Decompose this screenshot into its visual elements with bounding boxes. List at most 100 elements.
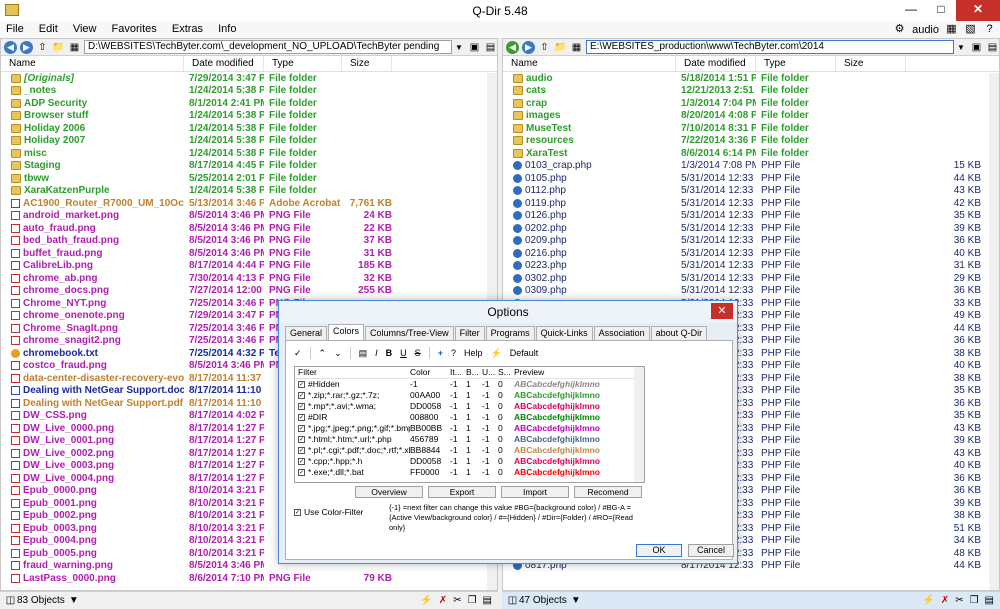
- table-row[interactable]: 0209.php 5/31/2014 12:33 ... PHP File 36 KB: [503, 235, 999, 248]
- view-mode-icon[interactable]: ▣: [468, 41, 481, 54]
- forward-icon[interactable]: ▶: [20, 40, 33, 54]
- table-row[interactable]: 0223.php 5/31/2014 12:33 ... PHP File 31 KB: [503, 260, 999, 273]
- filter-row[interactable]: ✓ #Hidden -1 -1 1 -1 0 ABCabcdefghijklmno: [295, 379, 644, 390]
- filter-row[interactable]: ✓ *.html;*.htm;*.url;*.php 456789 -1 1 -1 0 ABC…: [295, 434, 644, 445]
- status-dropdown-icon[interactable]: ▼: [571, 595, 581, 606]
- table-row[interactable]: _notes 1/24/2014 5:38 P... File folder: [1, 85, 497, 98]
- add-icon[interactable]: +: [438, 348, 443, 358]
- up-icon[interactable]: ⇧: [538, 41, 551, 54]
- right-path-input[interactable]: E:\WEBSITES_production\www\TechByter.com…: [586, 40, 954, 54]
- move-up-icon[interactable]: ⌃: [319, 348, 327, 359]
- table-row[interactable]: MuseTest 7/10/2014 8:31 P... File folder: [503, 122, 999, 135]
- filter-checkbox[interactable]: ✓: [298, 392, 305, 400]
- view-mode-icon[interactable]: ▣: [970, 41, 983, 54]
- menu-extras[interactable]: Extras: [166, 21, 209, 35]
- col-italic[interactable]: It...: [450, 367, 466, 378]
- table-row[interactable]: auto_fraud.png 8/5/2014 3:46 PM PNG File 22…: [1, 222, 497, 235]
- header-name[interactable]: Name: [503, 56, 676, 71]
- italic-icon[interactable]: I: [375, 348, 378, 358]
- folder-icon[interactable]: 📁: [554, 41, 567, 54]
- network-icon[interactable]: ▤: [484, 41, 497, 54]
- table-row[interactable]: 0309.php 5/31/2014 12:33 ... PHP File 36 KB: [503, 285, 999, 298]
- help-icon[interactable]: ?: [983, 23, 996, 36]
- filter-row[interactable]: ✓ *.cpp;*.hpp;*.h DD0058 -1 1 -1 0 ABCabcdefghi…: [295, 456, 644, 467]
- copy-icon[interactable]: ❐: [468, 595, 477, 606]
- table-row[interactable]: ADP Security 8/1/2014 2:41 PM File folder: [1, 97, 497, 110]
- underline-icon[interactable]: U: [400, 348, 407, 358]
- paste-icon[interactable]: ▤: [483, 595, 492, 606]
- table-row[interactable]: XaraTest 8/6/2014 6:14 PM File folder: [503, 147, 999, 160]
- table-row[interactable]: tbww 5/25/2014 2:01 P... File folder: [1, 172, 497, 185]
- help-icon[interactable]: ?: [451, 348, 456, 358]
- table-row[interactable]: buffet_fraud.png 8/5/2014 3:46 PM PNG File…: [1, 247, 497, 260]
- header-size[interactable]: Size: [836, 56, 906, 71]
- layout-icon-2[interactable]: ▧: [964, 23, 977, 36]
- folder-icon[interactable]: 📁: [52, 41, 65, 54]
- tab-columns-tree-view[interactable]: Columns/Tree-View: [365, 326, 454, 340]
- filter-row[interactable]: ✓ *.zip;*.rar;*.gz;*.7z; 00AA00 -1 1 -1 0 ABCab…: [295, 390, 644, 401]
- bold-icon[interactable]: B: [386, 348, 393, 358]
- table-row[interactable]: chrome_ab.png 7/30/2014 4:13 P... PNG File…: [1, 272, 497, 285]
- copy-icon[interactable]: ❐: [970, 595, 979, 606]
- profile-icon[interactable]: ⚙: [893, 23, 906, 36]
- layout-icon[interactable]: ▦: [945, 23, 958, 36]
- path-dropdown-icon[interactable]: ▼: [455, 43, 465, 52]
- col-color[interactable]: Color: [410, 367, 450, 378]
- menu-info[interactable]: Info: [212, 21, 242, 35]
- tab-about[interactable]: about Q-Dir: [650, 326, 708, 340]
- header-type[interactable]: Type: [264, 56, 342, 71]
- header-date[interactable]: Date modified: [184, 56, 264, 71]
- col-bold[interactable]: B...: [466, 367, 482, 378]
- table-row[interactable]: Staging 8/17/2014 4:45 P... File folder: [1, 160, 497, 173]
- table-row[interactable]: Holiday 2007 1/24/2014 5:38 P... File fold…: [1, 135, 497, 148]
- table-row[interactable]: android_market.png 8/5/2014 3:46 PM PNG Fi…: [1, 210, 497, 223]
- filter-table-scrollbar[interactable]: [634, 367, 644, 482]
- delete-icon[interactable]: ✗: [439, 595, 447, 606]
- flash-icon[interactable]: ⚡: [922, 595, 934, 606]
- filter-checkbox[interactable]: ✓: [298, 447, 305, 455]
- network-icon[interactable]: ▤: [986, 41, 999, 54]
- minimize-button[interactable]: —: [896, 0, 926, 21]
- checkbox-icon[interactable]: ✓: [294, 509, 301, 517]
- profile-label[interactable]: audio: [912, 24, 939, 36]
- up-icon[interactable]: ⇧: [36, 41, 49, 54]
- table-row[interactable]: resources 7/22/2014 3:36 P... File folder: [503, 135, 999, 148]
- table-row[interactable]: 0126.php 5/31/2014 12:33 ... PHP File 35 KB: [503, 210, 999, 223]
- header-date[interactable]: Date modified: [676, 56, 756, 71]
- color-icon[interactable]: ▤: [359, 348, 368, 359]
- table-row[interactable]: 0105.php 5/31/2014 12:33 ... PHP File 44 KB: [503, 172, 999, 185]
- left-path-input[interactable]: D:\WEBSITES\TechByter.com\_development_N…: [84, 40, 452, 54]
- tab-filter[interactable]: Filter: [454, 326, 485, 340]
- table-row[interactable]: Browser stuff 1/24/2014 5:38 P... File fol…: [1, 110, 497, 123]
- header-type[interactable]: Type: [756, 56, 836, 71]
- check-icon[interactable]: ✓: [294, 348, 302, 359]
- right-scrollbar[interactable]: [989, 73, 999, 590]
- back-icon[interactable]: ◀: [506, 40, 519, 54]
- default-label[interactable]: Default: [510, 348, 539, 358]
- filter-row[interactable]: ✓ *.mp*;*.avi;*.wma; DD0058 -1 1 -1 0 ABCabcdef…: [295, 401, 644, 412]
- table-row[interactable]: bed_bath_fraud.png 8/5/2014 3:46 PM PNG Fi…: [1, 235, 497, 248]
- col-filter[interactable]: Filter: [295, 367, 410, 378]
- table-row[interactable]: [Originals] 7/29/2014 3:47 P... File folde…: [1, 72, 497, 85]
- menu-view[interactable]: View: [67, 21, 103, 35]
- filter-row[interactable]: ✓ *.exe;*.dll;*.bat FF0000 -1 1 -1 0 ABCabcdefg…: [295, 467, 644, 478]
- header-size[interactable]: Size: [342, 56, 392, 71]
- tab-quick-links[interactable]: Quick-Links: [535, 326, 593, 340]
- status-dropdown-icon[interactable]: ▼: [69, 595, 79, 606]
- strike-icon[interactable]: S: [415, 348, 421, 358]
- overview-button[interactable]: Overview: [355, 486, 423, 498]
- default-icon[interactable]: ⚡: [490, 348, 501, 359]
- tab-general[interactable]: General: [285, 326, 328, 340]
- filter-checkbox[interactable]: ✓: [298, 469, 305, 477]
- import-button[interactable]: Import: [501, 486, 569, 498]
- dialog-close-button[interactable]: ✕: [711, 303, 733, 319]
- table-row[interactable]: crap 1/3/2014 7:04 PM File folder: [503, 97, 999, 110]
- use-color-filter-checkbox[interactable]: ✓ Use Color-Filter: [294, 507, 364, 517]
- filter-row[interactable]: ✓*.jpg;*.jpeg;*.png;*.gif;*.bmp;*.icoBB0…: [295, 423, 644, 434]
- tab-colors[interactable]: Colors: [328, 324, 365, 340]
- table-row[interactable]: 0216.php 5/31/2014 12:33 ... PHP File 40 KB: [503, 247, 999, 260]
- recomend-button[interactable]: Recomend: [574, 486, 642, 498]
- delete-icon[interactable]: ✗: [941, 595, 949, 606]
- col-underline[interactable]: U...: [482, 367, 498, 378]
- close-button[interactable]: ✕: [956, 0, 1000, 21]
